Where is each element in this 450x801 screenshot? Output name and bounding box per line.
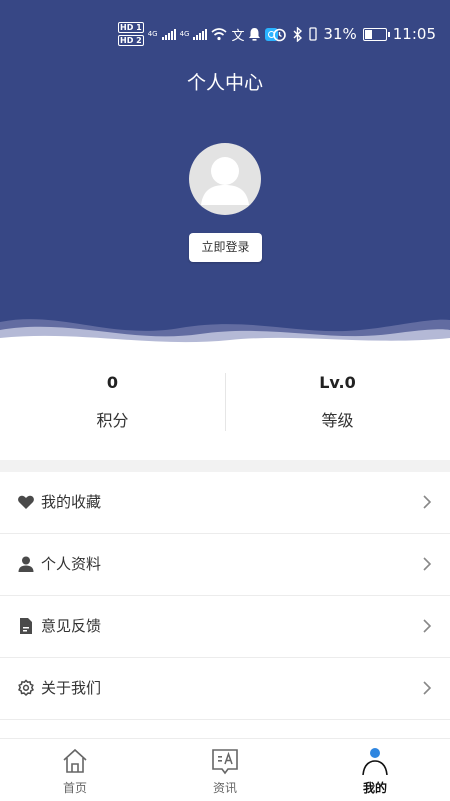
chevron-right-icon: [423, 681, 432, 695]
menu-item-label: 我的收藏: [41, 493, 102, 511]
vibrate-icon: [309, 27, 318, 41]
tab-mine[interactable]: 我的: [300, 739, 450, 801]
tab-label: 首页: [62, 781, 87, 795]
points-stat[interactable]: 0 积分: [0, 345, 225, 460]
menu-item-favorites[interactable]: 我的收藏: [0, 472, 450, 534]
menu-item-feedback[interactable]: 意见反馈: [0, 596, 450, 658]
level-stat[interactable]: Lv.0 等级: [225, 345, 450, 460]
home-icon: [63, 748, 87, 773]
hd-badge-1: HD 1: [118, 22, 144, 33]
login-button[interactable]: 立即登录: [189, 233, 262, 262]
tab-home[interactable]: 首页: [0, 739, 150, 801]
input-method-icon: 文: [231, 28, 245, 44]
chevron-right-icon: [423, 557, 432, 571]
level-label: 等级: [321, 411, 354, 430]
menu-item-profile[interactable]: 个人资料: [0, 534, 450, 596]
menu-item-about[interactable]: 关于我们: [0, 658, 450, 720]
chevron-right-icon: [423, 619, 432, 633]
points-value: 0: [106, 373, 119, 392]
clock: 11:05: [392, 25, 436, 43]
profile-icon: [362, 748, 388, 775]
default-avatar-icon: [201, 157, 249, 205]
level-value: Lv.0: [319, 373, 356, 392]
signal-icon-2: [193, 28, 208, 40]
menu-list: 我的收藏 个人资料 意见反馈 关于我们: [0, 472, 450, 720]
network-type-1: 4G: [147, 30, 158, 38]
menu-item-label: 个人资料: [41, 555, 102, 573]
notification-icon: [249, 28, 261, 41]
wave-decoration: [0, 319, 450, 345]
network-type-2: 4G: [179, 30, 190, 38]
document-icon: [20, 618, 32, 634]
hd-badge-2: HD 2: [118, 35, 144, 46]
page-title: 个人中心: [186, 72, 263, 94]
bluetooth-icon: [293, 26, 303, 42]
settings-gear-icon: [17, 679, 35, 697]
battery-percent: 31%: [323, 25, 357, 43]
menu-item-label: 关于我们: [41, 679, 102, 697]
avatar[interactable]: [189, 143, 261, 215]
stats-divider: [225, 373, 226, 431]
bottom-tab-bar: 首页 资讯 我的: [0, 738, 450, 801]
signal-icon-1: [161, 28, 176, 40]
wifi-icon: [211, 27, 227, 40]
tab-label: 我的: [362, 781, 387, 795]
chevron-right-icon: [423, 495, 432, 509]
battery-icon: [362, 27, 390, 41]
news-icon: [212, 749, 238, 775]
status-bar: HD 1 HD 2 4G 4G 文 31% 11:05: [0, 20, 450, 48]
heart-icon: [18, 495, 34, 509]
menu-item-label: 意见反馈: [41, 617, 102, 635]
person-icon: [18, 556, 34, 572]
alarm-icon: [273, 28, 287, 41]
section-gap: [0, 460, 450, 472]
tab-label: 资讯: [212, 781, 237, 795]
points-label: 积分: [96, 411, 129, 430]
tab-news[interactable]: 资讯: [150, 739, 300, 801]
